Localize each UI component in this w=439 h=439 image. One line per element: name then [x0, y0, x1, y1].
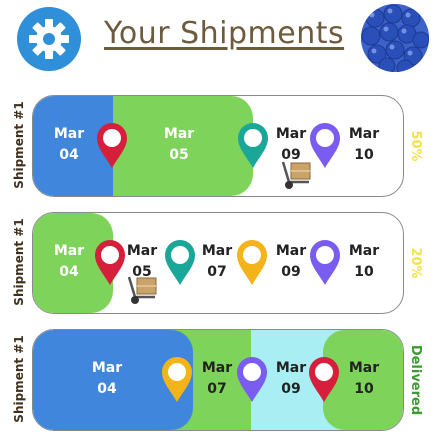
stop-date: Mar 05 [163, 126, 195, 163]
stop-date: Mar 10 [348, 126, 380, 163]
shipment-label: Shipment #1 [12, 101, 26, 189]
shipment-card[interactable]: Mar 04 Mar 07 Mar 09 Mar 10 [32, 329, 404, 431]
settings-button[interactable] [17, 7, 81, 71]
shipment-label: Shipment #1 [12, 218, 26, 306]
gear-icon [29, 19, 69, 59]
shipment-status: Delivered [408, 344, 423, 416]
blueberries-avatar-icon [361, 4, 429, 72]
map-pin-red-icon [97, 123, 127, 168]
shipment-card[interactable]: Mar 04 Mar 05 Mar 09 Mar 10 [32, 95, 404, 197]
stop-date: Mar 10 [348, 243, 380, 280]
stop-date: Mar 10 [348, 360, 380, 397]
shipment-card[interactable]: Mar 04 Mar 05 Mar 07 Mar 09 Mar 10 [32, 212, 404, 314]
shipment-label: Shipment #1 [12, 335, 26, 423]
stop-date: Mar 04 [53, 243, 85, 280]
shipment-status: 20% [408, 247, 423, 279]
avatar[interactable] [361, 4, 429, 72]
stop-date: Mar 04 [91, 360, 123, 397]
hand-truck-icon [127, 276, 157, 304]
stop-date: Mar 04 [53, 126, 85, 163]
shipment-status: 50% [408, 130, 423, 162]
page-title: Your Shipments [104, 16, 345, 51]
